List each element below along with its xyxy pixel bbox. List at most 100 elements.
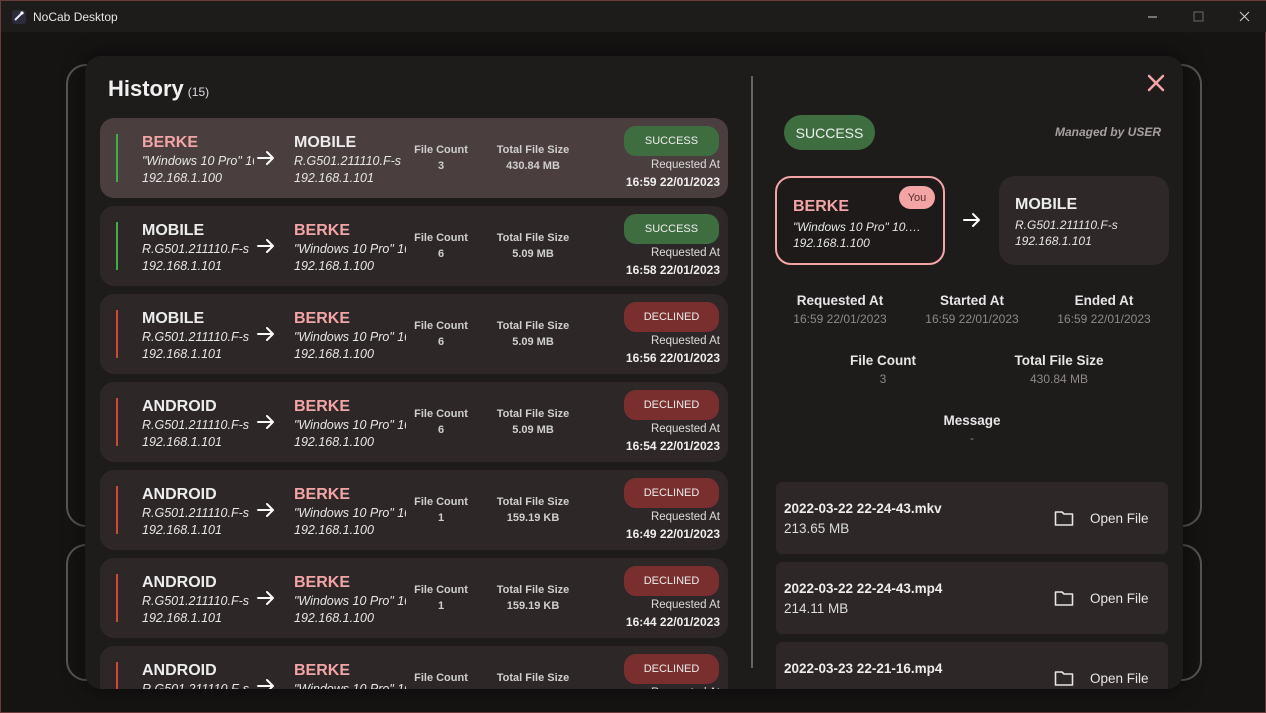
file-count-label: File Count [414,144,468,156]
ended-at-value: 16:59 22/01/2023 [1057,312,1151,326]
sender-os: "Windows 10 Pro" 10.0.22621 [793,220,925,234]
file-count-label: File Count [414,496,468,508]
history-item[interactable]: ANDROID R.G501.211110.F-s 192.168.1.101 … [100,382,728,462]
sender-name: ANDROID [142,574,217,591]
file-count-label: File Count [414,672,468,684]
sender-os: R.G501.211110.F-s [142,506,250,520]
total-size-label: Total File Size [496,584,570,596]
receiver-card: MOBILE R.G501.211110.F-s 192.168.1.101 [999,176,1169,265]
history-item[interactable]: ANDROID R.G501.211110.F-s 192.168.1.101 … [100,646,728,689]
history-item[interactable]: MOBILE R.G501.211110.F-s 192.168.1.101 B… [100,294,728,374]
requested-at-value: 16:56 22/01/2023 [625,351,720,365]
receiver-name: BERKE [294,222,351,239]
sender-name: MOBILE [142,310,205,327]
requested-at-value: 16:58 22/01/2023 [625,263,720,277]
receiver-name: MOBILE [1015,196,1078,213]
receiver-os: "Windows 10 Pro" 10.0 [294,506,406,520]
arrow-right-icon [257,327,274,341]
total-size-label: Total File Size [1014,353,1104,368]
receiver-name: BERKE [294,574,351,591]
requested-at-value: 16:49 22/01/2023 [625,527,720,541]
requested-at-label: Requested At [650,423,720,435]
status-bar [116,222,118,270]
status-bar [116,662,118,689]
total-size-label: Total File Size [496,232,570,244]
arrow-right-icon [257,239,274,253]
file-count-label: File Count [414,408,468,420]
requested-at-value: 16:59 22/01/2023 [793,312,887,326]
status-badge: DECLINED [624,390,719,420]
sender-name: BERKE [142,134,199,151]
total-size-label: Total File Size [496,408,570,420]
receiver-os: "Windows 10 Pro" 10.0 [294,242,406,256]
message-label: Message [943,413,1001,428]
maximize-button[interactable] [1175,1,1221,32]
sender-ip: 192.168.1.101 [142,435,222,449]
sender-card: BERKE You "Windows 10 Pro" 10.0.22621 19… [775,176,945,265]
history-item[interactable]: ANDROID R.G501.211110.F-s 192.168.1.101 … [100,558,728,638]
close-icon [1239,11,1249,22]
message-value: - [970,431,974,445]
receiver-os: "Windows 10 Pro" 10.0 [294,594,406,608]
folder-icon[interactable] [1054,669,1074,687]
app-window: NoCab Desktop History (15) BERKE "Windows… [0,0,1266,713]
arrow-right-icon [257,679,274,689]
file-size: 213.65 MB [784,521,850,536]
open-file-button[interactable]: Open File [1090,511,1149,526]
history-item[interactable]: BERKE "Windows 10 Pro" 10.0 192.168.1.10… [100,118,728,198]
receiver-os: "Windows 10 Pro" 10.0 [294,418,406,432]
file-size: 214.11 MB [784,601,849,616]
receiver-ip: 192.168.1.100 [294,523,374,537]
arrow-right-icon [257,503,274,517]
arrow-right-icon [257,151,274,165]
detail-status-badge: SUCCESS [784,115,875,150]
sender-ip: 192.168.1.101 [142,611,222,625]
receiver-ip: 192.168.1.100 [294,611,374,625]
requested-at-label: Requested At [650,511,720,523]
history-item[interactable]: ANDROID R.G501.211110.F-s 192.168.1.101 … [100,470,728,550]
receiver-os: "Windows 10 Pro" 10.0 [294,330,406,344]
sender-ip: 192.168.1.101 [142,347,222,361]
sender-name: BERKE [793,198,850,215]
arrow-right-icon [257,415,274,429]
status-bar [116,574,118,622]
receiver-ip: 192.168.1.101 [294,171,374,185]
requested-at-value: 16:54 22/01/2023 [625,439,720,453]
minimize-button[interactable] [1129,1,1175,32]
receiver-ip: 192.168.1.101 [1015,234,1092,248]
app-logo-icon [12,9,26,24]
status-badge: DECLINED [624,566,719,596]
file-count-value: 1 [437,512,445,524]
receiver-name: BERKE [294,398,351,415]
close-dialog-icon[interactable] [1145,72,1167,94]
receiver-ip: 192.168.1.100 [294,259,374,273]
minimize-icon [1147,16,1157,18]
page-title: History (15) [108,76,209,102]
receiver-os: "Windows 10 Pro" 10.0 [294,682,406,689]
folder-icon[interactable] [1054,509,1074,527]
history-item[interactable]: MOBILE R.G501.211110.F-s 192.168.1.101 B… [100,206,728,286]
status-bar [116,134,118,182]
status-badge: SUCCESS [624,214,719,244]
receiver-os: R.G501.211110.F-s [294,154,402,168]
file-name: 2022-03-22 22-24-43.mkv [784,501,942,516]
open-file-button[interactable]: Open File [1090,671,1149,686]
file-count-label: File Count [850,353,916,368]
sender-name: ANDROID [142,398,217,415]
file-count-value: 1 [437,600,445,612]
history-list[interactable]: BERKE "Windows 10 Pro" 10.0 192.168.1.10… [100,118,728,689]
sender-ip: 192.168.1.100 [793,236,870,250]
sender-os: R.G501.211110.F-s [142,682,250,689]
sender-os: R.G501.211110.F-s [142,418,250,432]
requested-at-label: Requested At [650,247,720,259]
window-title: NoCab Desktop [33,9,118,24]
receiver-ip: 192.168.1.100 [294,435,374,449]
open-file-button[interactable]: Open File [1090,591,1149,606]
file-card: 2022-03-23 22-21-16.mp4 Open File [776,642,1168,689]
total-size-value: 5.09 MB [512,424,554,436]
total-size-value: 430.84 MB [1029,372,1089,386]
close-window-button[interactable] [1221,1,1266,32]
status-bar [116,398,118,446]
arrow-right-icon [963,213,980,227]
folder-icon[interactable] [1054,589,1074,607]
